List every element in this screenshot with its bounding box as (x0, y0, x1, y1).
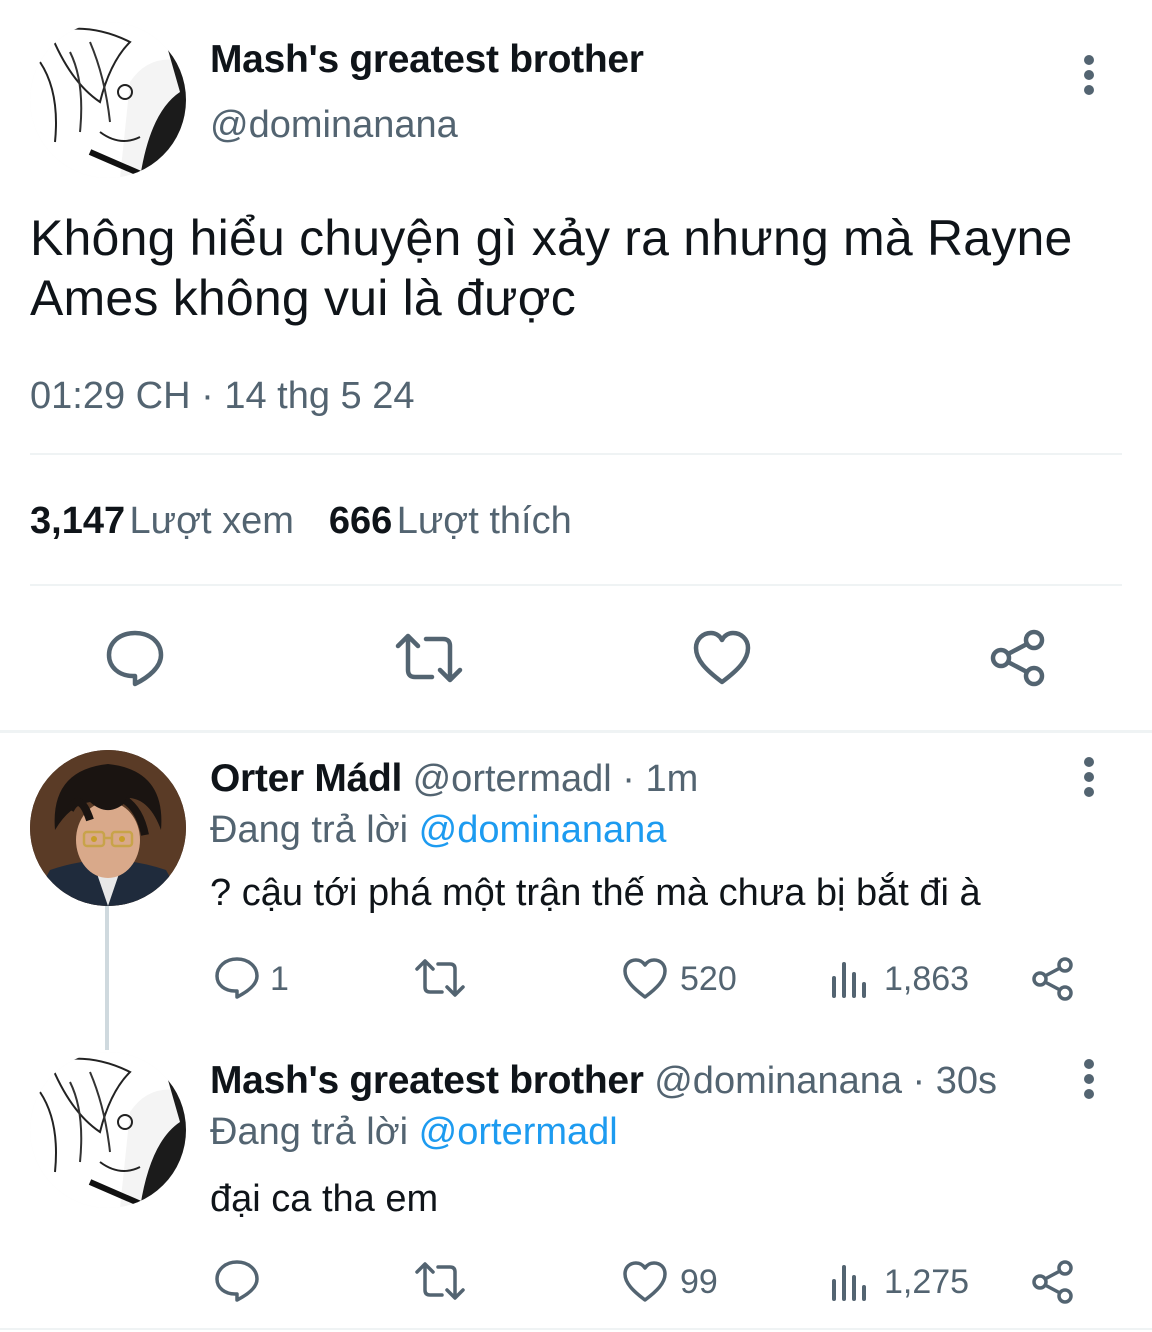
author-handle[interactable]: @dominanana (210, 104, 458, 147)
retweet-icon[interactable] (414, 958, 466, 998)
view-count: 1,863 (884, 960, 970, 998)
reply-author-handle[interactable]: @dominanana (654, 1060, 902, 1102)
thread-line (105, 905, 109, 1050)
divider (0, 1328, 1152, 1330)
replying-to: Đang trả lời @ortermadl (210, 1111, 618, 1154)
reply-age[interactable]: · 30s (913, 1060, 997, 1102)
more-options-icon[interactable] (1077, 1058, 1101, 1102)
like-count: 99 (680, 1263, 718, 1301)
author-avatar[interactable] (30, 22, 186, 178)
views-label: Lượt xem (129, 500, 294, 542)
divider (30, 584, 1122, 586)
more-options-icon[interactable] (1077, 756, 1101, 800)
share-icon[interactable] (1030, 956, 1076, 1002)
section-divider (0, 730, 1152, 733)
view-count: 1,275 (884, 1263, 970, 1301)
replying-to-handle[interactable]: @ortermadl (419, 1111, 618, 1153)
replying-prefix: Đang trả lời (210, 1111, 409, 1153)
divider (30, 453, 1122, 455)
more-options-icon[interactable] (1077, 54, 1101, 98)
replying-prefix: Đang trả lời (210, 809, 409, 851)
views-count: 3,147 (30, 500, 126, 542)
meta-separator: · (201, 375, 214, 417)
reply-text: ? cậu tới phá một trận thế mà chưa bị bắ… (210, 872, 981, 914)
tweet-time: 01:29 CH (30, 375, 191, 417)
likes-count[interactable]: 666 (329, 500, 392, 542)
views-icon[interactable] (830, 1263, 870, 1301)
tweet-text: Không hiểu chuyện gì xảy ra nhưng mà Ray… (30, 210, 1073, 326)
reply-avatar[interactable] (30, 1052, 186, 1208)
retweet-icon[interactable] (394, 632, 464, 684)
tweet-timestamp[interactable]: 01:29 CH · 14 thg 5 24 (30, 375, 415, 418)
share-icon[interactable] (988, 628, 1048, 688)
reply-age[interactable]: · 1m (622, 758, 698, 800)
reply-avatar[interactable] (30, 750, 186, 906)
reply-icon[interactable] (104, 628, 166, 688)
heart-icon[interactable] (622, 1260, 668, 1303)
heart-icon[interactable] (622, 957, 668, 1000)
reply-icon[interactable] (214, 1259, 260, 1303)
likes-label[interactable]: Lượt thích (397, 500, 572, 542)
tweet-stats: 3,147 Lượt xem 666 Lượt thích (30, 500, 572, 543)
reply-author-name[interactable]: Mash's greatest brother (210, 1059, 644, 1102)
replying-to-handle[interactable]: @dominanana (419, 809, 667, 851)
views-icon[interactable] (830, 960, 870, 998)
reply-header: Mash's greatest brother @dominanana · 30… (210, 1059, 997, 1103)
reply-icon[interactable] (214, 956, 260, 1000)
author-name[interactable]: Mash's greatest brother (210, 38, 644, 82)
reply-text: đại ca tha em (210, 1178, 439, 1220)
retweet-icon[interactable] (414, 1261, 466, 1301)
share-icon[interactable] (1030, 1259, 1076, 1305)
reply-author-name[interactable]: Orter Mádl (210, 757, 402, 800)
heart-icon[interactable] (692, 630, 752, 686)
like-count: 520 (680, 960, 737, 998)
reply-author-handle[interactable]: @ortermadl (413, 758, 612, 800)
tweet-date: 14 thg 5 24 (224, 375, 415, 417)
replying-to: Đang trả lời @dominanana (210, 809, 666, 852)
reply-count: 1 (270, 960, 289, 998)
reply-header: Orter Mádl @ortermadl · 1m (210, 757, 698, 801)
